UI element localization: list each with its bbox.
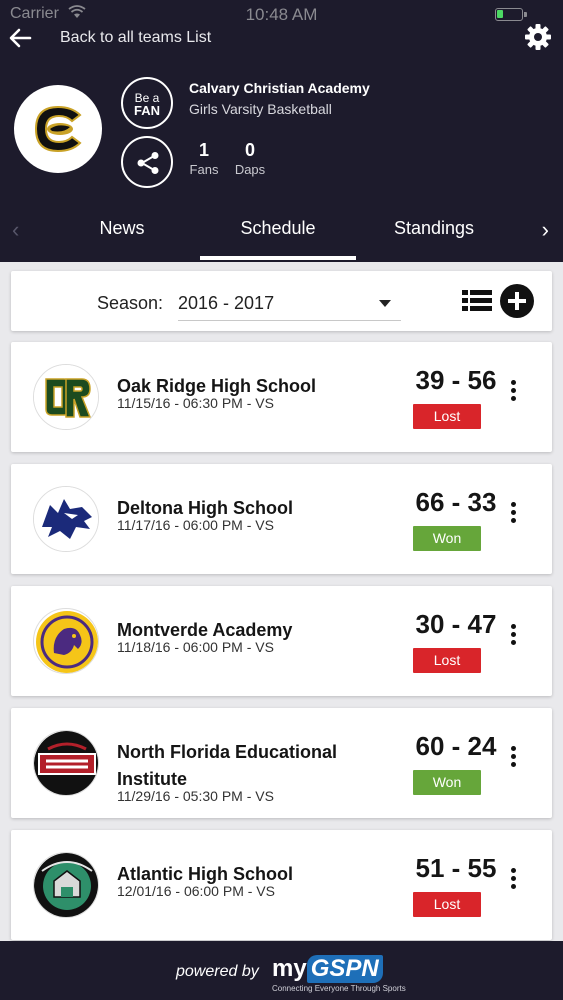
result-badge: Lost xyxy=(413,648,481,673)
season-label: Season: xyxy=(97,293,164,313)
gear-icon[interactable] xyxy=(523,22,553,52)
daps-label: Daps xyxy=(234,162,266,177)
game-date: 11/18/16 - 06:00 PM - VS xyxy=(117,639,274,655)
list-view-icon[interactable] xyxy=(462,289,492,313)
tab-news[interactable]: News xyxy=(57,218,187,239)
atlantic-logo xyxy=(33,852,99,918)
game-card[interactable]: Deltona High School 11/17/16 - 06:00 PM … xyxy=(11,464,552,574)
game-score: 60 - 24 xyxy=(415,731,497,761)
back-arrow-icon[interactable] xyxy=(8,27,32,49)
game-card[interactable]: Atlantic High School 12/01/16 - 06:00 PM… xyxy=(11,830,552,940)
back-to-teams-link[interactable]: Back to all teams List xyxy=(60,29,211,47)
dropdown-arrow-icon xyxy=(379,300,391,307)
tab-schedule[interactable]: Schedule xyxy=(213,218,343,239)
season-select[interactable]: 2016 - 2017 xyxy=(178,291,401,321)
daps-count: 0 xyxy=(244,140,255,160)
share-button[interactable] xyxy=(121,136,173,188)
more-options-icon[interactable] xyxy=(508,746,518,772)
result-badge: Lost xyxy=(413,404,481,429)
season-value: 2016 - 2017 xyxy=(178,293,275,313)
brand-logo: my GSPN xyxy=(272,955,383,983)
footer-bar: powered by my GSPN Connecting Everyone Th… xyxy=(0,941,563,1000)
result-badge: Won xyxy=(413,526,481,551)
brand-tagline: Connecting Everyone Through Sports xyxy=(272,984,406,993)
season-filter-card: Season: 2016 - 2017 xyxy=(11,271,552,331)
clock: 10:48 AM xyxy=(245,5,318,24)
oak-ridge-logo xyxy=(33,364,99,430)
opponent-name: North Florida Educational Institute xyxy=(117,742,338,789)
game-date: 11/29/16 - 05:30 PM - VS xyxy=(117,788,274,804)
game-score: 66 - 33 xyxy=(415,487,497,517)
more-options-icon[interactable] xyxy=(508,868,518,894)
team-header: Carrier 10:48 AM Back to all teams List xyxy=(0,0,563,262)
game-card[interactable]: Montverde Academy 11/18/16 - 06:00 PM - … xyxy=(11,586,552,696)
team-type: Girls Varsity Basketball xyxy=(189,101,332,117)
tab-prev-chevron-icon[interactable]: ‹ xyxy=(12,217,19,243)
game-date: 12/01/16 - 06:00 PM - VS xyxy=(117,883,275,899)
result-badge: Lost xyxy=(413,892,481,917)
fan-button-line2: FAN xyxy=(134,103,160,118)
result-badge: Won xyxy=(413,770,481,795)
game-date: 11/17/16 - 06:00 PM - VS xyxy=(117,517,274,533)
fans-count: 1 xyxy=(198,140,209,160)
share-icon xyxy=(137,152,159,174)
north-florida-logo xyxy=(33,730,99,796)
battery-icon xyxy=(495,8,527,21)
school-name: Calvary Christian Academy xyxy=(189,80,370,96)
brand-name: GSPN xyxy=(306,955,383,983)
brand-prefix: my xyxy=(272,955,307,982)
more-options-icon[interactable] xyxy=(508,624,518,650)
status-bar: Carrier 10:48 AM xyxy=(0,0,563,28)
tab-standings[interactable]: Standings xyxy=(369,218,499,239)
montverde-logo xyxy=(33,608,99,674)
be-a-fan-button[interactable]: Be a FAN xyxy=(121,77,173,129)
game-score: 51 - 55 xyxy=(415,853,497,883)
game-card[interactable]: North Florida Educational Institute 11/2… xyxy=(11,708,552,818)
powered-by-label: powered by xyxy=(176,963,259,980)
game-score: 39 - 56 xyxy=(415,365,497,395)
more-options-icon[interactable] xyxy=(508,380,518,406)
deltona-logo xyxy=(33,486,99,552)
tab-next-chevron-icon[interactable]: › xyxy=(542,217,549,243)
fans-label: Fans xyxy=(189,162,219,177)
more-options-icon[interactable] xyxy=(508,502,518,528)
add-game-icon[interactable] xyxy=(500,284,534,318)
active-tab-indicator xyxy=(200,256,356,260)
game-date: 11/15/16 - 06:30 PM - VS xyxy=(117,395,274,411)
game-card[interactable]: Oak Ridge High School 11/15/16 - 06:30 P… xyxy=(11,342,552,452)
game-score: 30 - 47 xyxy=(415,609,497,639)
team-logo xyxy=(14,85,102,173)
